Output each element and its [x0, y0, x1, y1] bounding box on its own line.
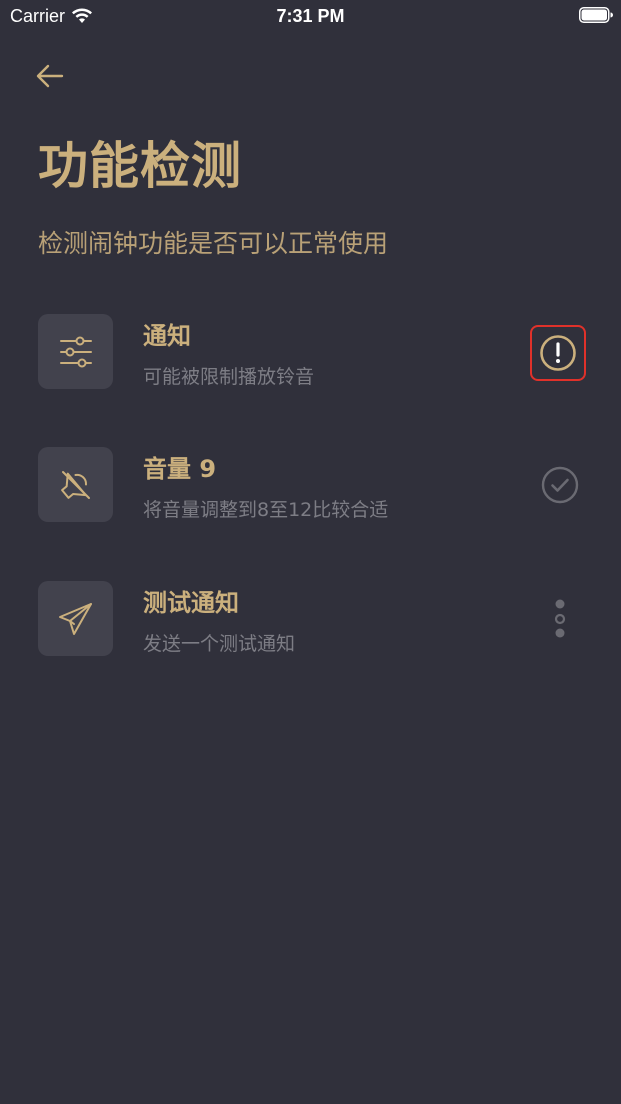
item-icon-box	[38, 581, 113, 656]
paper-plane-icon	[58, 602, 92, 635]
item-title: 通知	[143, 322, 191, 350]
item-description: 将音量调整到8至12比较合适	[143, 499, 389, 521]
item-description: 发送一个测试通知	[143, 633, 296, 655]
exclamation-circle-icon	[540, 335, 576, 371]
vertical-dots-icon	[554, 599, 566, 638]
page-title: 功能检测	[38, 137, 242, 195]
check-item-volume[interactable]: 音量 9 将音量调整到8至12比较合适	[38, 447, 588, 523]
item-title: 音量 9	[143, 455, 217, 483]
ok-status-indicator	[532, 457, 588, 513]
item-description: 可能被限制播放铃音	[143, 366, 315, 388]
more-options-button[interactable]	[532, 591, 588, 647]
back-button[interactable]	[30, 56, 70, 96]
page-subtitle: 检测闹钟功能是否可以正常使用	[38, 229, 389, 258]
item-icon-box	[38, 447, 113, 522]
check-item-notification[interactable]: 通知 可能被限制播放铃音	[38, 314, 588, 390]
arrow-left-icon	[36, 64, 64, 88]
status-time: 7:31 PM	[276, 6, 345, 26]
check-item-test-notification[interactable]: 测试通知 发送一个测试通知	[38, 581, 588, 657]
check-circle-icon	[541, 466, 579, 504]
speaker-muted-icon	[60, 470, 90, 499]
item-title: 测试通知	[143, 589, 239, 617]
sliders-icon	[59, 336, 92, 367]
status-bar: Carrier 7:31 PM	[0, 0, 621, 34]
item-icon-box	[38, 314, 113, 389]
warning-status-button[interactable]	[530, 325, 586, 381]
battery-icon	[579, 7, 613, 23]
